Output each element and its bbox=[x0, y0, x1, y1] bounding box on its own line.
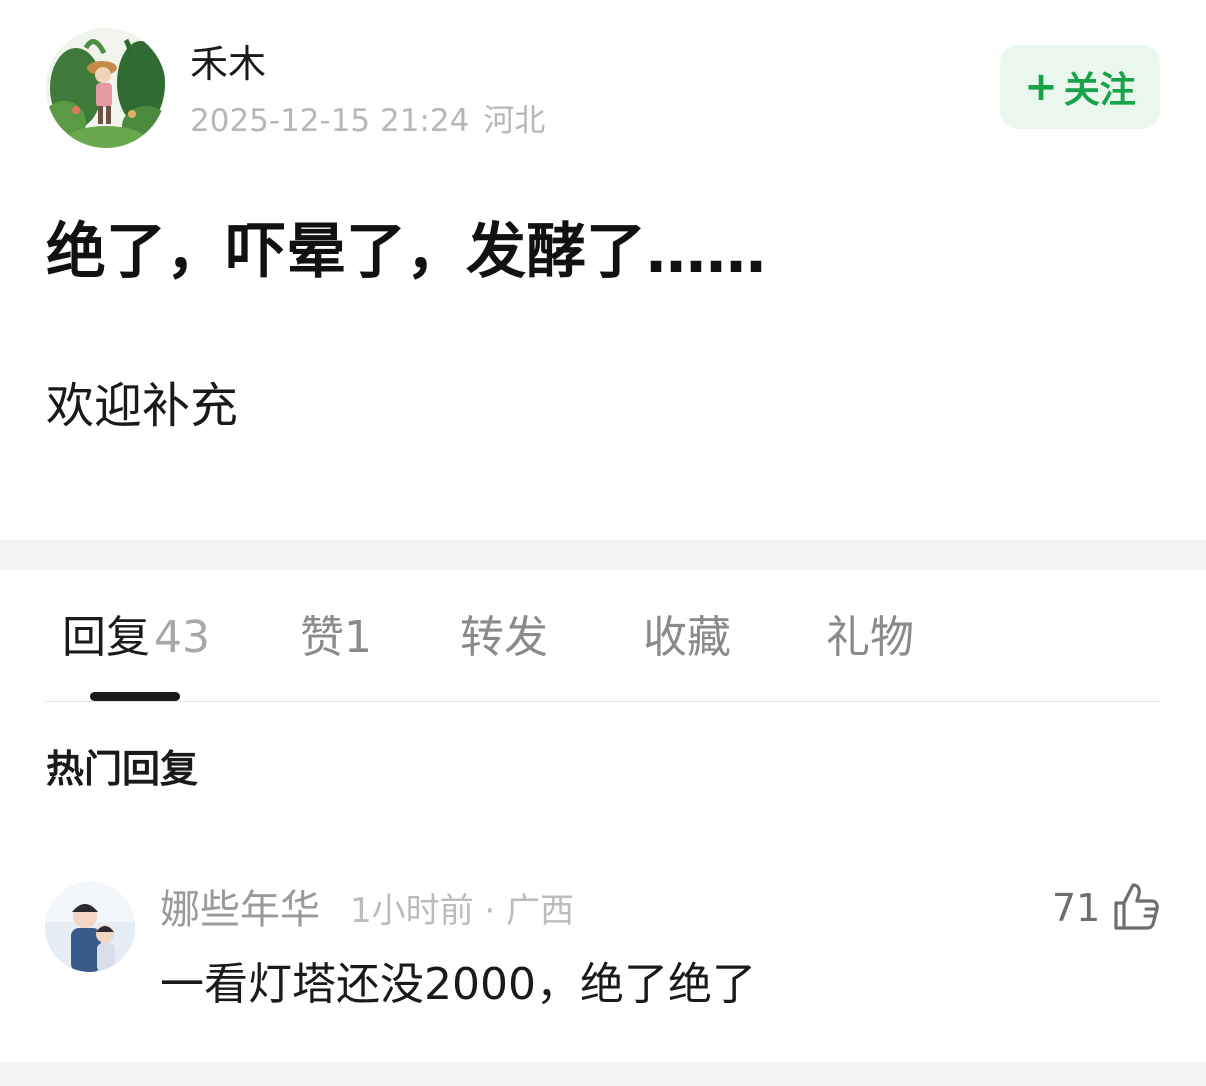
comment-like-button[interactable]: 71 bbox=[1052, 880, 1160, 936]
comment-username[interactable]: 娜些年华 bbox=[160, 884, 320, 936]
bottom-divider bbox=[0, 1062, 1206, 1086]
section-divider bbox=[0, 540, 1206, 570]
tab-likes[interactable]: 赞1 bbox=[300, 608, 372, 668]
tab-favorites[interactable]: 收藏 bbox=[643, 608, 731, 668]
post-meta: 2025-12-15 21:24 河北 bbox=[190, 100, 545, 142]
follow-label: 关注 bbox=[1063, 70, 1136, 111]
tab-replies-label: 回复 bbox=[62, 612, 150, 663]
active-tab-indicator bbox=[90, 692, 180, 701]
tab-gifts[interactable]: 礼物 bbox=[826, 608, 914, 668]
post-location: 河北 bbox=[483, 103, 546, 139]
comment-text: 一看灯塔还没2000，绝了绝了 bbox=[160, 959, 756, 1010]
tab-replies-count: 43 bbox=[154, 612, 210, 663]
comment-meta: 1小时前 · 广西 bbox=[350, 891, 575, 931]
author-name[interactable]: 禾木 bbox=[190, 38, 266, 90]
author-avatar[interactable] bbox=[46, 28, 166, 148]
plus-icon: + bbox=[1024, 64, 1058, 110]
tab-replies[interactable]: 回复43 bbox=[62, 608, 210, 668]
tab-reposts[interactable]: 转发 bbox=[460, 608, 548, 668]
tab-bar-divider bbox=[45, 701, 1161, 702]
post-body: 欢迎补充 bbox=[46, 378, 239, 434]
tab-likes-label: 赞 bbox=[300, 612, 344, 663]
tab-bar: 回复43 赞1 转发 收藏 礼物 bbox=[0, 600, 1206, 701]
post-title: 绝了，吓晕了，发酵了…… bbox=[46, 217, 766, 287]
thumbs-up-icon bbox=[1112, 881, 1160, 935]
hot-replies-heading: 热门回复 bbox=[46, 747, 199, 791]
comment-avatar[interactable] bbox=[45, 882, 135, 972]
post-timestamp: 2025-12-15 21:24 bbox=[190, 103, 470, 139]
follow-button[interactable]: + 关注 bbox=[1000, 45, 1160, 129]
tab-likes-count: 1 bbox=[344, 612, 372, 663]
post-detail-page: 禾木 2025-12-15 21:24 河北 + 关注 绝了，吓晕了，发酵了…… … bbox=[0, 0, 1206, 1086]
comment-like-count: 71 bbox=[1052, 886, 1101, 930]
